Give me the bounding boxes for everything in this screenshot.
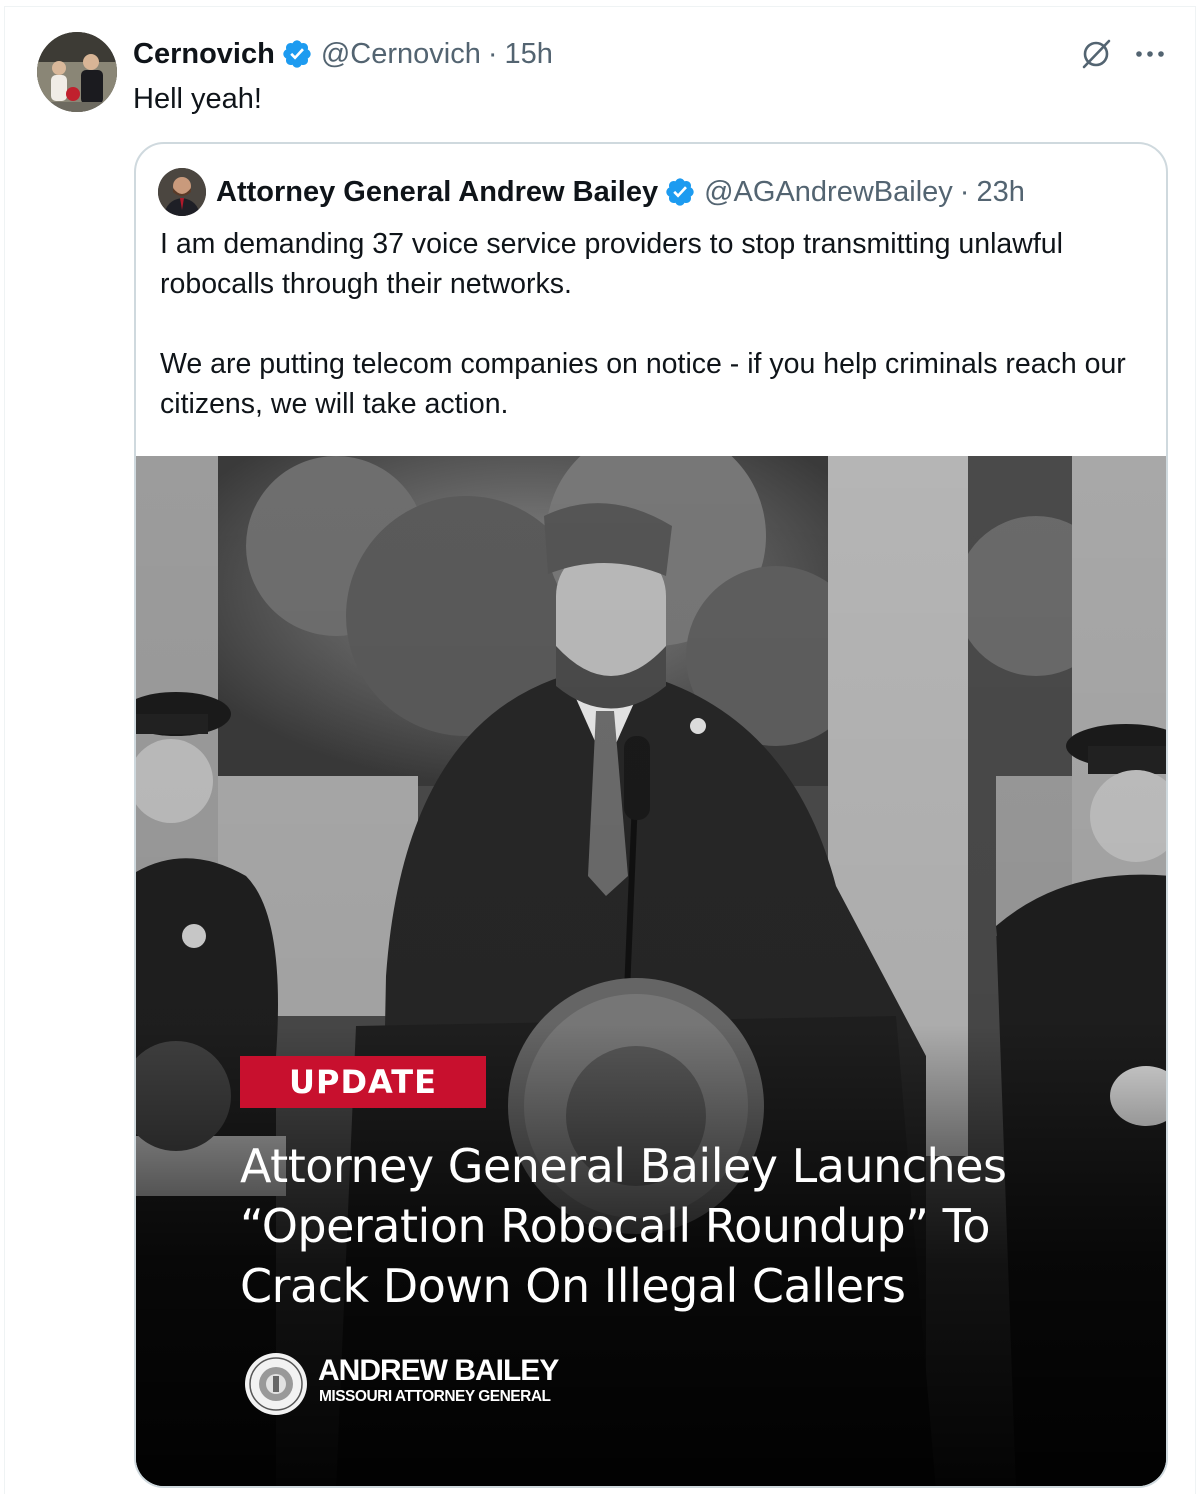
brand-subtitle: MISSOURI ATTORNEY GENERAL xyxy=(319,1388,551,1405)
image-headline: Attorney General Bailey Launches “Operat… xyxy=(240,1136,1140,1316)
missouri-seal-icon xyxy=(245,1353,307,1415)
quoted-post-text: I am demanding 37 voice service provider… xyxy=(160,224,1150,424)
headline-line: Crack Down On Illegal Callers xyxy=(240,1259,906,1313)
separator: · xyxy=(487,37,498,70)
verified-badge-icon xyxy=(666,178,694,206)
quoted-post[interactable]: Attorney General Andrew Bailey @AGAndrew… xyxy=(134,142,1168,1488)
quoted-author-handle[interactable]: @AGAndrewBailey xyxy=(704,176,953,209)
post-time[interactable]: 15h xyxy=(505,38,553,71)
quoted-paragraph: I am demanding 37 voice service provider… xyxy=(160,228,1063,300)
verified-badge-icon xyxy=(283,40,311,68)
headline-line: “Operation Robocall Roundup” To xyxy=(240,1199,991,1253)
post-header: Cernovich @Cernovich · 15h xyxy=(133,34,553,74)
quoted-author-name[interactable]: Attorney General Andrew Bailey xyxy=(216,176,658,209)
post-text: Hell yeah! xyxy=(133,83,262,115)
quoted-author-avatar[interactable] xyxy=(158,168,206,216)
update-badge: UPDATE xyxy=(240,1056,486,1108)
quoted-post-time[interactable]: 23h xyxy=(976,176,1024,209)
more-icon[interactable] xyxy=(1132,40,1168,68)
quoted-paragraph: We are putting telecom companies on noti… xyxy=(160,348,1126,420)
author-handle[interactable]: @Cernovich xyxy=(321,38,481,71)
quoted-post-header: Attorney General Andrew Bailey @AGAndrew… xyxy=(216,172,1025,212)
author-name[interactable]: Cernovich xyxy=(133,38,275,71)
user-avatar[interactable] xyxy=(37,32,117,112)
grok-icon[interactable] xyxy=(1078,36,1114,72)
separator: · xyxy=(959,175,970,208)
quoted-post-image[interactable]: UPDATE Attorney General Bailey Launches … xyxy=(136,456,1166,1486)
press-conference-photo xyxy=(136,456,1166,1486)
brand-name: ANDREW BAILEY xyxy=(318,1354,559,1387)
headline-line: Attorney General Bailey Launches xyxy=(240,1139,1007,1193)
